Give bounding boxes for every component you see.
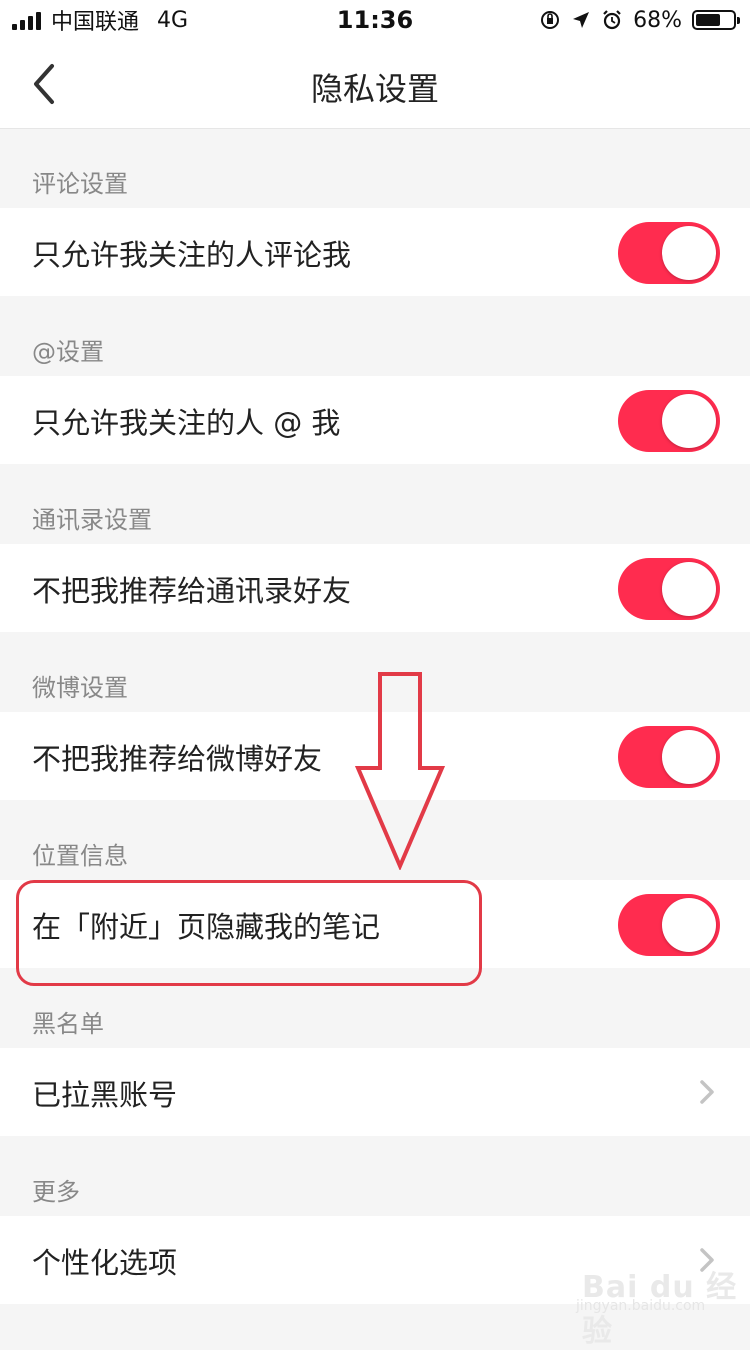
- arrow-down-annotation: [355, 672, 445, 870]
- toggle-knob: [662, 394, 716, 448]
- toggle-switch[interactable]: [618, 390, 720, 452]
- page-title: 隐私设置: [310, 70, 439, 108]
- setting-label: 只允许我关注的人 @ 我: [32, 406, 341, 440]
- alarm-icon: [603, 10, 621, 30]
- location-icon: [573, 12, 590, 28]
- status-bar: 中国联通 4G 11:36 68%: [0, 0, 750, 40]
- setting-label: 不把我推荐给微博好友: [32, 742, 323, 776]
- nav-bar: 隐私设置: [0, 40, 750, 129]
- battery-percent: 68%: [633, 7, 682, 33]
- setting-row-location[interactable]: 在「附近」页隐藏我的笔记: [0, 880, 750, 968]
- toggle-knob: [662, 226, 716, 280]
- section-title-mention: @设置: [32, 338, 104, 366]
- setting-row-mention[interactable]: 只允许我关注的人 @ 我: [0, 376, 750, 464]
- setting-label: 个性化选项: [32, 1246, 178, 1280]
- toggle-knob: [662, 562, 716, 616]
- battery-icon: [692, 10, 740, 30]
- watermark-url: jingyan.baidu.com: [576, 1298, 706, 1314]
- section-title-contacts: 通讯录设置: [32, 506, 152, 534]
- rotation-lock-icon: [541, 11, 560, 29]
- section-title-weibo: 微博设置: [32, 674, 128, 702]
- section-title-location: 位置信息: [32, 842, 128, 870]
- setting-label: 只允许我关注的人评论我: [32, 238, 352, 272]
- chevron-right-icon: [700, 1080, 714, 1104]
- setting-label: 不把我推荐给通讯录好友: [32, 574, 352, 608]
- setting-row-contacts[interactable]: 不把我推荐给通讯录好友: [0, 544, 750, 632]
- toggle-switch[interactable]: [618, 558, 720, 620]
- setting-label: 已拉黑账号: [32, 1078, 178, 1112]
- setting-row-comment[interactable]: 只允许我关注的人评论我: [0, 208, 750, 296]
- toggle-switch[interactable]: [618, 894, 720, 956]
- toggle-switch[interactable]: [618, 726, 720, 788]
- setting-row-blacklist[interactable]: 已拉黑账号: [0, 1048, 750, 1136]
- toggle-knob: [662, 898, 716, 952]
- section-title-comment: 评论设置: [32, 170, 128, 198]
- battery-level: [696, 14, 721, 26]
- toggle-knob: [662, 730, 716, 784]
- setting-label: 在「附近」页隐藏我的笔记: [32, 910, 381, 944]
- section-title-more: 更多: [32, 1178, 80, 1206]
- toggle-switch[interactable]: [618, 222, 720, 284]
- section-title-blacklist: 黑名单: [32, 1010, 104, 1038]
